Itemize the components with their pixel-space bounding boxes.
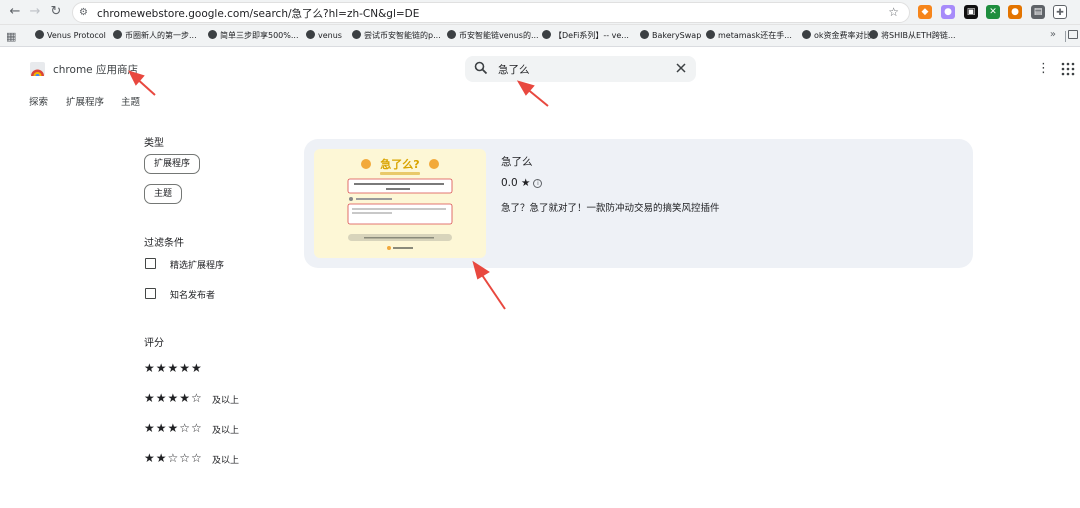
bookmark-item[interactable]: metamask还在手... [706,29,792,43]
rating-2-label[interactable]: 及以上 [212,453,239,466]
back-icon[interactable]: ← [6,3,24,21]
apps-launcher-icon[interactable] [1061,62,1075,76]
bookmark-item[interactable]: 简单三步即享500%... [208,29,299,43]
bookmark-item[interactable]: 币圈新人的第一步... [113,29,197,43]
rating-3-label[interactable]: 及以上 [212,423,239,436]
extension-icon-grey[interactable]: ▤ [1031,5,1045,19]
search-icon[interactable] [474,61,488,75]
thumbnail-preview-image: 急了么? [347,157,453,250]
rating-4-stars[interactable]: ★★★★☆ [144,391,203,405]
bookmark-star-icon[interactable]: ☆ [888,5,899,19]
thumbnail-heading: 急了么? [380,157,419,171]
tab-extensions[interactable]: 扩展程序 [66,94,104,108]
filter-rating-title: 评分 [144,338,164,349]
rating-5-stars[interactable]: ★★★★★ [144,361,203,375]
bookmark-favicon-icon [640,30,649,39]
result-rating-value: 0.0 ★ [501,177,531,189]
rating-2-stars[interactable]: ★★☆☆☆ [144,451,203,465]
arrow-head-search [516,80,535,96]
established-publisher-checkbox[interactable] [145,288,156,299]
type-chip-themes[interactable]: 主题 [144,184,182,204]
bookmark-favicon-icon [706,30,715,39]
bookmark-item[interactable]: 【DeFi系列】-- ve... [542,29,629,43]
featured-checkbox[interactable] [145,258,156,269]
filter-type-title: 类型 [144,138,164,149]
more-vert-icon[interactable]: ⋮ [1037,62,1050,76]
result-card[interactable]: 急了么? 急了么 0.0 ★ i 急了？急了就对了！一款防冲动交易的搞笑风控插件 [304,139,973,268]
rating-3-stars[interactable]: ★★★☆☆ [144,421,203,435]
extensions-puzzle-icon[interactable]: ✚ [1053,5,1067,19]
result-title[interactable]: 急了么 [501,154,533,169]
browser-toolbar: ← → ↻ ⚙ chromewebstore.google.com/search… [0,0,1080,25]
tab-themes[interactable]: 主题 [121,94,140,108]
bookmark-item[interactable]: venus [306,29,342,43]
address-bar[interactable]: ⚙ chromewebstore.google.com/search/急了么?h… [72,2,910,23]
bookmark-item[interactable]: 币安智能链venus的... [447,29,539,43]
established-publisher-label[interactable]: 知名发布者 [170,288,215,301]
extension-icon-orange[interactable]: ● [1008,5,1022,19]
address-url: chromewebstore.google.com/search/急了么?hl=… [97,8,420,20]
bookmark-favicon-icon [352,30,361,39]
all-bookmarks-folder-icon[interactable] [1068,30,1078,39]
bookmarks-divider [1065,31,1066,42]
bookmark-favicon-icon [306,30,315,39]
bookmark-favicon-icon [542,30,551,39]
rating-4-label[interactable]: 及以上 [212,393,239,406]
apps-grid-icon[interactable]: ▦ [6,30,16,43]
search-query[interactable]: 急了么 [498,62,530,77]
tab-explore[interactable]: 探索 [29,94,48,108]
bookmark-item[interactable]: BakerySwap [640,29,701,43]
info-icon[interactable]: i [533,179,543,188]
result-rating: 0.0 ★ i [501,177,543,189]
extension-icon-purple[interactable]: ● [941,5,955,19]
bookmark-favicon-icon [869,30,878,39]
metamask-extension-icon[interactable]: ◆ [918,5,932,19]
extension-thumbnail[interactable]: 急了么? [314,149,486,258]
bookmarks-bar: ▦ Venus Protocol 币圈新人的第一步... 简单三步即享500%.… [0,25,1080,47]
search-input[interactable]: 急了么 [465,56,696,82]
arrow-to-search [525,87,549,107]
type-chip-extensions[interactable]: 扩展程序 [144,154,200,174]
bookmark-favicon-icon [802,30,811,39]
bookmarks-overflow-icon[interactable]: » [1050,29,1056,40]
site-info-icon[interactable]: ⚙ [79,7,91,19]
bookmark-item[interactable]: Venus Protocol [35,29,106,43]
bookmark-favicon-icon [113,30,122,39]
bookmark-item[interactable]: 将SHIB从ETH跨链... [869,29,956,43]
close-icon[interactable] [674,61,688,75]
bookmark-item[interactable]: ok资金费率对比 [802,29,872,43]
arrow-to-thumbnail [479,271,506,310]
result-description: 急了？急了就对了！一款防冲动交易的搞笑风控插件 [501,203,720,214]
chrome-web-store-logo[interactable] [29,61,46,77]
reload-icon[interactable]: ↻ [47,3,65,21]
filter-conditions-title: 过滤条件 [144,238,184,249]
store-name[interactable]: chrome 应用商店 [53,62,138,77]
bookmark-favicon-icon [447,30,456,39]
arrow-to-store-name [134,76,156,96]
featured-label[interactable]: 精选扩展程序 [170,258,224,271]
bookmark-favicon-icon [208,30,217,39]
bookmark-item[interactable]: 尝试币安智能链的p... [352,29,441,43]
bookmark-favicon-icon [35,30,44,39]
extension-icon-black[interactable]: ▣ [964,5,978,19]
forward-icon[interactable]: → [26,3,44,21]
extension-icon-green[interactable]: ✕ [986,5,1000,19]
